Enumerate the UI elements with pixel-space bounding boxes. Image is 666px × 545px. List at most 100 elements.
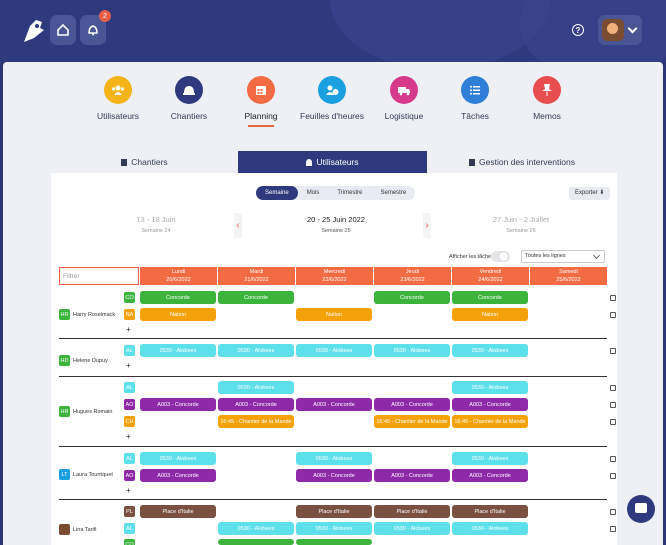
next-week-arrow[interactable]: › [423,213,431,238]
show-tasks-label: Afficher les tâches [449,254,494,260]
download-icon: ⬇ [599,190,605,196]
week-range: 27 Juin - 2 Juillet [492,215,550,224]
assignment-bar[interactable]: 0530 - Alobees [296,452,372,465]
assignment-bar[interactable]: 0530 - Alobees [296,344,372,357]
assignment-bar[interactable]: 0530 - Alobees [452,452,528,465]
assignment-bar[interactable]: Nation [140,308,216,321]
app-logo-icon[interactable] [20,16,46,46]
person-row-label[interactable]: HR Hugues Romain [59,406,112,417]
lines-select[interactable]: Toutes les lignes [521,250,605,263]
assignment-bar[interactable]: A003 - Concorde [218,398,294,411]
assignment-bar[interactable]: 0530 - Alobees [140,452,216,465]
assignment-bar[interactable]: A003 - Concorde [452,398,528,411]
notifications-button[interactable]: 2 [80,10,111,45]
module-utilisateurs[interactable]: Utilisateurs [78,76,158,121]
help-icon[interactable]: ? [572,24,584,36]
user-menu-button[interactable] [598,15,642,45]
copy-icon[interactable] [610,295,616,301]
day-header: Lundi 20/6/2022 [139,267,217,285]
week-label: Semaine 24 [141,228,171,234]
module-chantiers[interactable]: Chantiers [149,76,229,121]
copy-icon[interactable] [610,509,616,515]
tab-chantiers[interactable]: Chantiers [51,151,238,173]
assignment-bar[interactable]: 0530 - Alobees [374,344,450,357]
person-row-label[interactable]: Lina Tarifi [59,524,96,535]
module-feuilles-d-heures[interactable]: Feuilles d'heures [292,76,372,121]
assignment-bar[interactable]: A003 - Concorde [374,398,450,411]
day-header: Jeudi 23/6/2022 [373,267,451,285]
assignment-bar[interactable]: 16:45 - Chantier de la Mande [374,415,450,428]
top-bar: 2 ? [0,0,666,62]
period-trimestre[interactable]: Trimestre [328,186,371,200]
week-range: 20 - 25 Juin 2022 [307,215,365,224]
trash-icon [469,158,476,166]
assignment-bar[interactable] [218,539,294,545]
assignment-bar[interactable]: 0530 - Alobees [452,344,528,357]
assignment-bar[interactable] [296,539,372,545]
assignment-bar[interactable]: A003 - Concorde [140,469,216,482]
avatar [59,524,70,535]
assignment-bar[interactable]: Place d'Italie [296,505,372,518]
copy-icon[interactable] [610,385,616,391]
assignment-bar[interactable]: Concorde [218,291,294,304]
add-row-button[interactable]: + [126,486,131,495]
assignment-bar[interactable]: A003 - Concorde [296,469,372,482]
copy-icon[interactable] [610,348,616,354]
background-shape [520,0,666,62]
tab-label: Chantiers [131,157,168,167]
module-planning[interactable]: Planning [221,76,301,127]
assignment-bar[interactable]: Place d'Italie [452,505,528,518]
copy-icon[interactable] [610,419,616,425]
period-semaine[interactable]: Semaine [256,186,298,200]
home-button[interactable] [50,15,76,45]
module-logistique[interactable]: Logistique [364,76,444,121]
assignment-bar[interactable]: Concorde [140,291,216,304]
person-row-label[interactable]: HR Harry Roselmack [59,309,115,320]
assignment-bar[interactable]: Nation [452,308,528,321]
period-mois[interactable]: Mois [298,186,329,200]
assignment-bar[interactable]: Concorde [374,291,450,304]
assignment-bar[interactable]: Place d'Italie [374,505,450,518]
copy-icon[interactable] [610,456,616,462]
module-bar: Utilisateurs Chantiers Planning Feuilles… [3,76,663,156]
assignment-bar[interactable]: 0530 - Alobees [218,522,294,535]
assignment-bar[interactable]: Nation [296,308,372,321]
week-next[interactable]: 27 Juin - 2 Juillet Semaine 26 [456,215,586,234]
assignment-bar[interactable]: A003 - Concorde [296,398,372,411]
assignment-bar[interactable]: Concorde [452,291,528,304]
assignment-bar[interactable]: 0530 - Alobees [140,344,216,357]
copy-icon[interactable] [610,312,616,318]
module-taches[interactable]: Tâches [435,76,515,121]
tab-gestion-des-interventions[interactable]: Gestion des interventions [427,151,617,173]
assignment-bar[interactable]: A003 - Concorde [140,398,216,411]
assignment-bar[interactable]: 0530 - Alobees [218,344,294,357]
users-icon [104,76,132,104]
assignment-bar[interactable]: 0530 - Alobees [374,522,450,535]
assignment-bar[interactable]: 0530 - Alobees [452,522,528,535]
assignment-bar[interactable]: 0530 - Alobees [296,522,372,535]
module-memos[interactable]: Memos [507,76,587,121]
export-button[interactable]: Exporter ⬇ [569,187,611,200]
person-row-label[interactable]: LT Laura Tourriquet [59,469,113,480]
assignment-bar[interactable]: A003 - Concorde [452,469,528,482]
filter-input[interactable]: Filtrer [59,267,139,285]
tab-utilisateurs[interactable]: Utilisateurs [238,151,427,173]
add-row-button[interactable]: + [126,325,131,334]
copy-icon[interactable] [610,473,616,479]
assignment-bar[interactable]: 16:45 - Chantier de la Mande [218,415,294,428]
assignment-bar[interactable]: A003 - Concorde [374,469,450,482]
period-semestre[interactable]: Semestre [371,186,415,200]
chat-button[interactable] [627,495,655,523]
copy-icon[interactable] [610,526,616,532]
person-row-label[interactable]: HD Helene Dupuy [59,355,108,366]
assignment-bar[interactable]: 0530 - Alobees [218,381,294,394]
assignment-bar[interactable]: 0530 - Alobees [452,381,528,394]
copy-icon[interactable] [610,402,616,408]
assignment-bar[interactable]: 16:45 - Chantier de la Mande [452,415,528,428]
assignment-bar[interactable]: Place d'Italie [140,505,216,518]
add-row-button[interactable]: + [126,361,131,370]
add-row-button[interactable]: + [126,432,131,441]
week-previous[interactable]: 13 - 18 Juin Semaine 24 [91,215,221,234]
previous-week-arrow[interactable]: ‹ [234,213,242,238]
show-tasks-toggle[interactable] [491,251,510,262]
